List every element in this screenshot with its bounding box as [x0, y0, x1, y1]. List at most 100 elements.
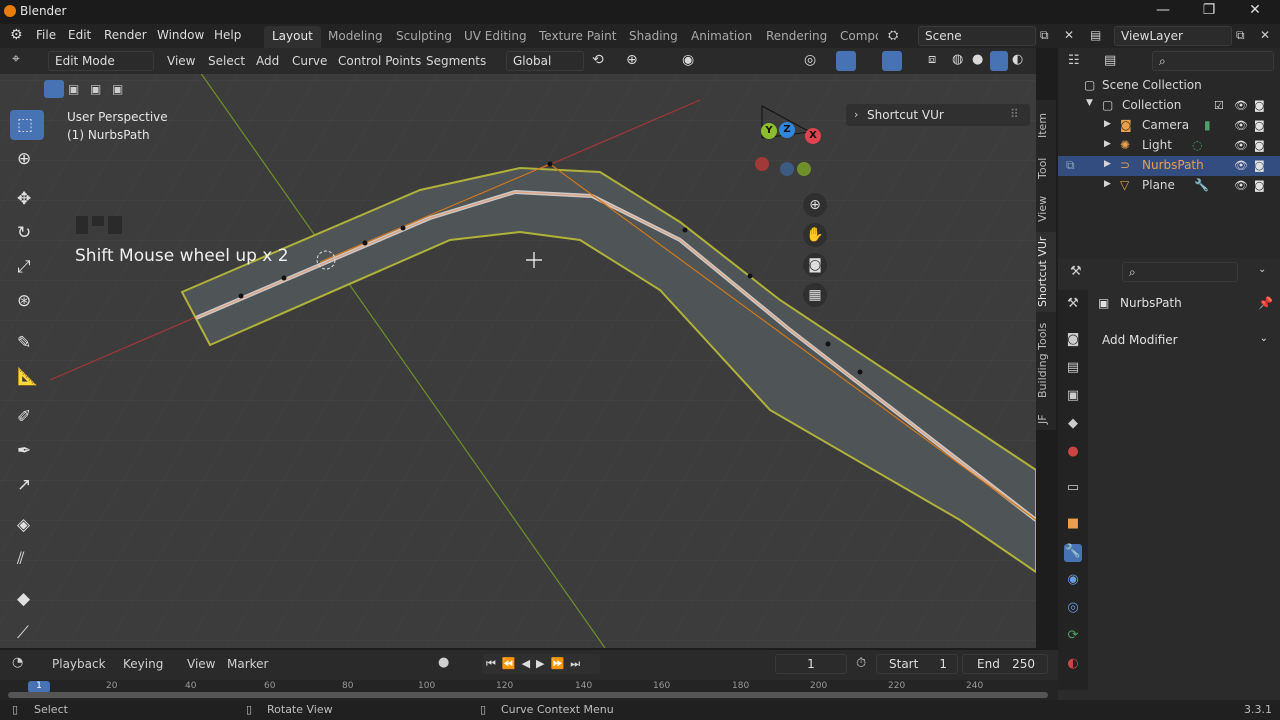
- menu-curve[interactable]: Curve: [292, 54, 327, 68]
- outliner-item-camera[interactable]: ▶ ◙ Camera ▮ 👁 ◙: [1058, 116, 1280, 136]
- output-tab-icon[interactable]: ▤: [1064, 360, 1082, 378]
- transform-orientation-select[interactable]: Global: [506, 51, 584, 71]
- options-chevron-icon[interactable]: ⌄: [1258, 264, 1266, 275]
- outliner-item-plane[interactable]: ▶ ▽ Plane 🔧 👁 ◙: [1058, 176, 1280, 196]
- gizmo-z-axis[interactable]: Z: [779, 122, 795, 138]
- outliner-item-light[interactable]: ▶ ✺ Light ◌ 👁 ◙: [1058, 136, 1280, 156]
- solid-shading-icon[interactable]: ●: [972, 52, 983, 67]
- view-layer-tab-icon[interactable]: ▣: [1064, 388, 1082, 406]
- gizmo-toggle-button[interactable]: [836, 51, 856, 71]
- rendered-shading-icon[interactable]: ◐: [1012, 52, 1023, 67]
- camera-restrict-icon[interactable]: ◙: [1254, 119, 1265, 132]
- add-modifier-button[interactable]: Add Modifier ⌄: [1094, 330, 1274, 352]
- select-new-button[interactable]: [44, 80, 64, 98]
- properties-editor-icon[interactable]: ⚒: [1070, 264, 1082, 279]
- tab-animation[interactable]: Animation: [683, 26, 760, 48]
- timeline-scrollbar[interactable]: [8, 692, 1048, 698]
- expand-icon[interactable]: ▶: [1104, 159, 1111, 169]
- proportional-edit-icon[interactable]: ◉: [682, 52, 694, 68]
- modifier-tab-icon[interactable]: 🔧: [1064, 544, 1082, 562]
- record-icon[interactable]: ●: [438, 655, 449, 670]
- menu-edit[interactable]: Edit: [68, 28, 91, 42]
- menu-timeline-view[interactable]: View: [187, 657, 215, 671]
- randomize-tool[interactable]: ◆: [10, 584, 44, 614]
- close-button[interactable]: ✕: [1240, 2, 1270, 22]
- mode-select[interactable]: Edit Mode: [48, 51, 154, 71]
- particles-tab-icon[interactable]: ◉: [1064, 572, 1082, 590]
- end-frame-field[interactable]: End 250: [962, 654, 1048, 674]
- checkbox-icon[interactable]: ☑: [1214, 99, 1224, 112]
- new-scene-icon[interactable]: ⧉: [1040, 28, 1049, 43]
- menu-add[interactable]: Add: [256, 54, 279, 68]
- tab-layout[interactable]: Layout: [264, 26, 321, 48]
- navigation-gizmo[interactable]: [750, 98, 830, 188]
- scene-field[interactable]: Scene: [918, 26, 1036, 46]
- gizmo-x-axis[interactable]: X: [805, 128, 821, 144]
- eye-icon[interactable]: 👁: [1234, 159, 1248, 172]
- display-mode-icon[interactable]: ▤: [1104, 53, 1116, 68]
- viewlayer-icon[interactable]: ▤: [1090, 28, 1101, 42]
- menu-window[interactable]: Window: [157, 28, 204, 42]
- sidebar-tab-item[interactable]: Item: [1036, 104, 1056, 146]
- world-tab-icon[interactable]: ●: [1064, 444, 1082, 462]
- gizmo-y-axis[interactable]: Y: [761, 123, 777, 139]
- xray-icon[interactable]: ⧈: [928, 52, 936, 67]
- transform-tool[interactable]: ⊛: [10, 286, 44, 316]
- outliner-scene-collection[interactable]: ▢ Scene Collection: [1058, 76, 1280, 96]
- render-tab-icon[interactable]: ◙: [1064, 332, 1082, 350]
- menu-control-points[interactable]: Control Points: [338, 54, 421, 68]
- perspective-toggle-icon[interactable]: ▦: [803, 283, 827, 307]
- annotate-tool[interactable]: ✎: [10, 328, 44, 358]
- visibility-icon[interactable]: ◎: [804, 52, 816, 68]
- menu-render[interactable]: Render: [104, 28, 147, 42]
- shortcut-vur-panel-header[interactable]: › Shortcut VUr ⠿: [846, 104, 1030, 126]
- constraints-tab-icon[interactable]: ⟳: [1064, 628, 1082, 646]
- eye-icon[interactable]: 👁: [1234, 119, 1248, 132]
- expand-icon[interactable]: ▶: [1104, 139, 1111, 149]
- physics-tab-icon[interactable]: ◎: [1064, 600, 1082, 618]
- start-frame-field[interactable]: Start 1: [876, 654, 958, 674]
- radius-tool[interactable]: ◈: [10, 510, 44, 540]
- minimize-button[interactable]: —: [1148, 2, 1178, 22]
- material-tab-icon[interactable]: ◐: [1064, 656, 1082, 674]
- wireframe-shading-icon[interactable]: ◍: [952, 52, 963, 67]
- tab-sculpting[interactable]: Sculpting: [388, 26, 460, 48]
- camera-restrict-icon[interactable]: ◙: [1254, 99, 1265, 112]
- object-tab-icon[interactable]: ■: [1064, 516, 1082, 534]
- expand-icon[interactable]: ▶: [1104, 119, 1111, 129]
- sidebar-tab-shortcut-vur[interactable]: Shortcut VUr: [1036, 232, 1056, 312]
- camera-restrict-icon[interactable]: ◙: [1254, 179, 1265, 192]
- select-extend-icon[interactable]: ▣: [68, 82, 79, 96]
- menu-select[interactable]: Select: [208, 54, 245, 68]
- pivot-icon[interactable]: ⟲: [592, 52, 604, 68]
- camera-restrict-icon[interactable]: ◙: [1254, 139, 1265, 152]
- pan-hand-icon[interactable]: ✋: [803, 223, 827, 247]
- material-shading-button[interactable]: [990, 51, 1008, 71]
- remove-scene-icon[interactable]: ✕: [1064, 28, 1074, 42]
- scene-icon[interactable]: ⛭: [888, 28, 898, 43]
- move-tool[interactable]: ✥: [10, 184, 44, 214]
- rotate-tool[interactable]: ↻: [10, 218, 44, 248]
- current-frame-field[interactable]: 1: [775, 654, 847, 674]
- snap-icon[interactable]: ⊕: [626, 52, 638, 68]
- stopwatch-icon[interactable]: ⏱: [856, 656, 866, 671]
- menu-view[interactable]: View: [167, 54, 195, 68]
- blender-menu-icon[interactable]: ⚙: [10, 27, 23, 43]
- maximize-button[interactable]: ❐: [1194, 2, 1224, 22]
- remove-viewlayer-icon[interactable]: ✕: [1260, 28, 1270, 42]
- eye-icon[interactable]: 👁: [1234, 99, 1248, 112]
- eye-icon[interactable]: 👁: [1234, 139, 1248, 152]
- menu-marker[interactable]: Marker: [227, 657, 268, 671]
- tab-compositing[interactable]: Compo: [832, 26, 878, 48]
- select-invert-icon[interactable]: ▣: [112, 82, 123, 96]
- sidebar-tab-jf[interactable]: JF: [1036, 408, 1056, 430]
- zoom-icon[interactable]: ⊕: [803, 193, 827, 217]
- select-box-tool[interactable]: ⬚: [10, 110, 44, 140]
- outliner-editor-icon[interactable]: ☷: [1068, 53, 1080, 68]
- collapse-icon[interactable]: ▼: [1086, 98, 1093, 108]
- 3d-viewport[interactable]: User Perspective (1) NurbsPath Shift Mou…: [0, 48, 1036, 648]
- timeline-editor-icon[interactable]: ◔: [12, 655, 23, 670]
- tool-settings-tab-icon[interactable]: ⚒: [1064, 296, 1082, 314]
- timeline-ruler[interactable]: 1 20 40 60 80 100 120 140 160 180 200 22…: [0, 680, 1058, 700]
- edit-mode-icon[interactable]: ⧉: [1066, 158, 1075, 173]
